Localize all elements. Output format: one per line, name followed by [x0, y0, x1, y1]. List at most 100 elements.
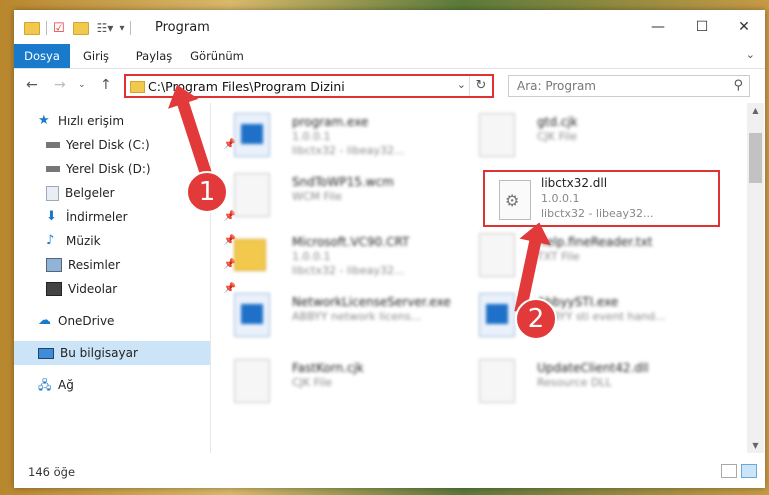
file-item[interactable]: program.exe 1.0.0.1 libctx32 - libeay32.… [212, 107, 452, 159]
scroll-up-icon[interactable]: ▲ [747, 103, 764, 118]
minimize-button[interactable]: — [643, 16, 673, 38]
file-icon [234, 359, 270, 403]
folder-icon [130, 81, 145, 93]
file-icon [234, 173, 270, 217]
file-item[interactable]: gtd.cjk CJK File [457, 107, 697, 159]
application-icon [234, 113, 270, 157]
music-icon: ♪ [46, 233, 55, 248]
sidebar-item-label: Yerel Disk (D:) [66, 162, 151, 176]
toolbar-divider [130, 21, 132, 35]
ribbon-tabs: Dosya Giriş Paylaş Görünüm ⌄ [14, 44, 765, 69]
vertical-scrollbar[interactable]: ▲ ▼ [747, 103, 764, 453]
customize-toolbar-icon[interactable]: ▾ [119, 23, 124, 34]
sidebar-item-label: İndirmeler [66, 210, 128, 224]
file-item[interactable]: FastKorn.cjk CJK File [212, 353, 452, 405]
file-item[interactable]: AbbyySTI.exe ABBYY sti event hand... [457, 287, 697, 339]
annotation-badge-1: 1 [186, 171, 228, 213]
file-item[interactable]: SndToWP15.wcm WCM File [212, 167, 452, 219]
dll-file-icon: ⚙ [499, 180, 531, 220]
new-folder-icon[interactable] [72, 21, 89, 35]
cloud-icon: ☁ [38, 313, 51, 328]
sidebar-item-onedrive[interactable]: ☁ OneDrive [14, 309, 234, 333]
sidebar-item-this-pc[interactable]: Bu bilgisayar [14, 341, 210, 365]
file-icon [479, 113, 515, 157]
file-item[interactable]: Microsoft.VC90.CRT 1.0.0.1 libctx32 - li… [212, 227, 452, 279]
up-arrow-icon[interactable]: ↑ [100, 77, 112, 93]
file-name: program.exe [292, 115, 369, 129]
toolbar-divider [46, 21, 47, 35]
sidebar-item-label: Resimler [68, 258, 121, 272]
large-icons-view-icon[interactable] [741, 464, 757, 478]
file-item[interactable]: NetworkLicenseServer.exe ABBYY network l… [212, 287, 452, 339]
download-icon: ⬇ [46, 209, 57, 224]
properties-icon[interactable]: ☑ [53, 21, 65, 36]
view-toggle-icon[interactable]: ☷▾ [97, 21, 114, 35]
file-name: gtd.cjk [537, 115, 578, 129]
search-icon[interactable]: ⚲ [733, 78, 743, 93]
file-item[interactable]: UpdateClient42.dll Resource DLL [457, 353, 697, 405]
sidebar-item-label: Yerel Disk (C:) [66, 138, 150, 152]
application-icon [234, 293, 270, 337]
star-icon: ★ [38, 113, 50, 128]
pane-divider [210, 103, 211, 453]
sidebar-item-label: Belgeler [65, 186, 115, 200]
file-item[interactable]: Help.fineReader.txt TXT File [457, 227, 697, 279]
file-name: Help.fineReader.txt [537, 235, 653, 249]
file-list: program.exe 1.0.0.1 libctx32 - libeay32.… [212, 103, 746, 453]
tab-file[interactable]: Dosya [14, 44, 70, 68]
file-name: UpdateClient42.dll [537, 361, 649, 375]
highlighted-file-item[interactable]: ⚙ libctx32.dll 1.0.0.1 libctx32 - libeay… [483, 170, 720, 227]
documents-icon [46, 185, 59, 201]
title-bar: ☑ ☷▾ ▾ Program — ☐ ✕ [14, 10, 765, 44]
sidebar-item-label: Videolar [68, 282, 118, 296]
back-arrow-icon[interactable]: ← [26, 77, 38, 93]
sidebar-item-disk-c[interactable]: Yerel Disk (C:) 📌 [14, 133, 242, 157]
tab-home[interactable]: Giriş [76, 44, 116, 68]
file-name: FastKorn.cjk [292, 361, 364, 375]
sidebar-item-pictures[interactable]: Resimler 📌 [14, 253, 242, 277]
close-button[interactable]: ✕ [729, 16, 759, 38]
sidebar-item-quick-access[interactable]: ★ Hızlı erişim [14, 109, 234, 133]
pictures-icon [46, 258, 62, 272]
file-type: TXT File [537, 250, 580, 263]
sidebar-item-network[interactable]: 🖧 Ağ [14, 373, 234, 397]
sidebar-item-label: OneDrive [58, 314, 115, 328]
sidebar-item-videos[interactable]: Videolar 📌 [14, 277, 242, 301]
scroll-down-icon[interactable]: ▼ [747, 438, 764, 453]
details-view-icon[interactable] [721, 464, 737, 478]
computer-icon [38, 347, 54, 359]
file-name: SndToWP15.wcm [292, 175, 394, 189]
file-description: libctx32 - libeay32... [292, 264, 405, 277]
scroll-thumb[interactable] [749, 133, 762, 183]
recent-locations-icon[interactable]: ⌄ [78, 80, 86, 90]
file-version: 1.0.0.1 [541, 192, 580, 205]
folder-icon [234, 239, 266, 271]
sidebar-item-label: Ağ [58, 378, 74, 392]
item-count: 146 öğe [28, 465, 76, 479]
file-name: libctx32.dll [541, 176, 608, 190]
quick-access-toolbar: ☑ ☷▾ ▾ [24, 19, 137, 37]
file-description: libctx32 - libeay32... [541, 207, 654, 220]
search-input[interactable]: Ara: Program ⚲ [508, 75, 750, 97]
expand-ribbon-icon[interactable]: ⌄ [746, 48, 755, 61]
tab-share[interactable]: Paylaş [130, 44, 178, 68]
forward-arrow-icon[interactable]: → [54, 77, 66, 93]
address-dropdown-icon[interactable]: ⌄ [457, 78, 466, 91]
file-type: CJK File [292, 376, 333, 389]
annotation-badge-2: 2 [515, 298, 557, 340]
sidebar-item-music[interactable]: ♪ Müzik 📌 [14, 229, 242, 253]
file-version: 1.0.0.1 [292, 250, 331, 263]
application-icon [479, 293, 515, 337]
file-name: Microsoft.VC90.CRT [292, 235, 410, 249]
file-version: 1.0.0.1 [292, 130, 331, 143]
status-bar: 146 öğe [14, 456, 765, 488]
videos-icon [46, 282, 62, 296]
maximize-button[interactable]: ☐ [687, 16, 717, 38]
sidebar-item-label: Hızlı erişim [58, 114, 125, 128]
explorer-window: ☑ ☷▾ ▾ Program — ☐ ✕ Dosya Giriş Paylaş … [14, 10, 765, 488]
network-icon: 🖧 [38, 378, 52, 392]
tab-view[interactable]: Görünüm [186, 44, 248, 68]
file-type: Resource DLL [537, 376, 612, 389]
file-type: WCM File [292, 190, 342, 203]
refresh-icon[interactable]: ↻ [469, 76, 492, 96]
